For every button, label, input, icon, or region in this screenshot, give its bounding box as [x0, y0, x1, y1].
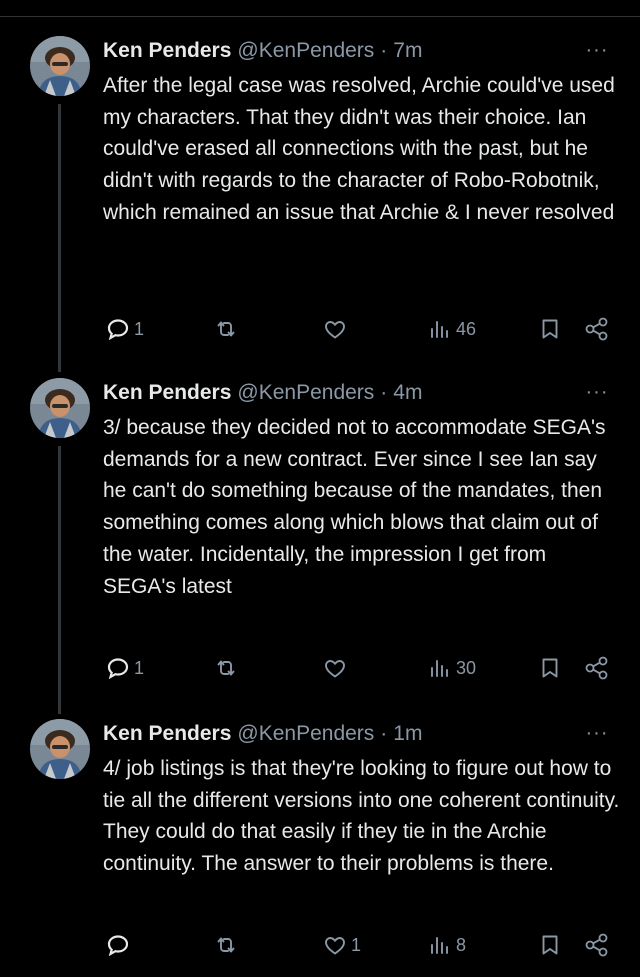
avatar[interactable]	[30, 378, 90, 438]
reply-button[interactable]: 1	[106, 652, 144, 684]
display-name[interactable]: Ken Penders	[103, 39, 231, 63]
share-icon	[585, 933, 608, 957]
like-button[interactable]	[323, 652, 351, 684]
retweet-icon	[217, 321, 235, 337]
views-button[interactable]: 30	[428, 652, 476, 684]
display-name[interactable]: Ken Penders	[103, 381, 231, 405]
retweet-icon	[217, 937, 235, 953]
top-divider	[0, 16, 640, 17]
reply-count: 1	[134, 318, 145, 339]
share-button[interactable]	[584, 652, 610, 684]
user-handle[interactable]: @KenPenders	[237, 722, 374, 746]
reply-button[interactable]: 1	[106, 313, 144, 345]
tweet-text: After the legal case was resolved, Archi…	[103, 74, 615, 224]
separator: ·	[380, 722, 388, 745]
timestamp[interactable]: 1m	[393, 722, 422, 746]
action-bar: 1 30	[0, 652, 640, 684]
views-button[interactable]: 46	[428, 313, 476, 345]
like-count: 1	[351, 934, 362, 955]
more-options-icon[interactable]: ···	[584, 721, 610, 745]
bookmark-icon	[542, 319, 558, 339]
view-count: 30	[456, 657, 477, 678]
views-icon	[431, 937, 448, 954]
like-icon	[325, 321, 345, 339]
share-icon	[585, 656, 608, 680]
tweet-header: Ken Penders @KenPenders · 4m	[103, 378, 422, 408]
more-options-icon[interactable]: ···	[584, 38, 610, 62]
reply-icon	[107, 658, 129, 680]
tweet-text: 4/ job listings is that they're looking …	[103, 757, 620, 876]
tweet-header: Ken Penders @KenPenders · 7m	[103, 36, 422, 66]
retweet-button[interactable]	[214, 313, 242, 345]
bookmark-icon	[542, 935, 558, 955]
views-button[interactable]: 8	[428, 929, 466, 961]
view-count: 46	[456, 318, 477, 339]
views-icon	[431, 321, 448, 338]
like-icon	[325, 660, 345, 678]
action-bar: 1 46	[0, 313, 640, 345]
more-options-icon[interactable]: ···	[584, 380, 610, 404]
avatar[interactable]	[30, 719, 90, 779]
like-icon	[325, 937, 345, 955]
reply-button[interactable]	[106, 929, 134, 961]
retweet-icon	[217, 660, 235, 676]
tweet-text: 3/ because they decided not to accommoda…	[103, 416, 606, 598]
share-button[interactable]	[584, 313, 610, 345]
retweet-button[interactable]	[214, 929, 242, 961]
bookmark-button[interactable]	[538, 652, 562, 684]
avatar[interactable]	[30, 36, 90, 96]
timestamp[interactable]: 7m	[393, 39, 422, 63]
like-button[interactable]: 1	[323, 929, 361, 961]
views-icon	[431, 660, 448, 677]
like-button[interactable]	[323, 313, 351, 345]
retweet-button[interactable]	[214, 652, 242, 684]
reply-count: 1	[134, 657, 145, 678]
user-handle[interactable]: @KenPenders	[237, 381, 374, 405]
view-count: 8	[456, 934, 467, 955]
display-name[interactable]: Ken Penders	[103, 722, 231, 746]
bookmark-button[interactable]	[538, 313, 562, 345]
tweet-header: Ken Penders @KenPenders · 1m	[103, 719, 422, 749]
share-icon	[585, 317, 608, 341]
bookmark-icon	[542, 658, 558, 678]
action-bar: 1 8	[0, 929, 640, 961]
reply-icon	[107, 935, 129, 957]
user-handle[interactable]: @KenPenders	[237, 39, 374, 63]
separator: ·	[380, 39, 388, 62]
bookmark-button[interactable]	[538, 929, 562, 961]
reply-icon	[107, 319, 129, 341]
share-button[interactable]	[584, 929, 610, 961]
separator: ·	[380, 381, 388, 404]
timestamp[interactable]: 4m	[393, 381, 422, 405]
